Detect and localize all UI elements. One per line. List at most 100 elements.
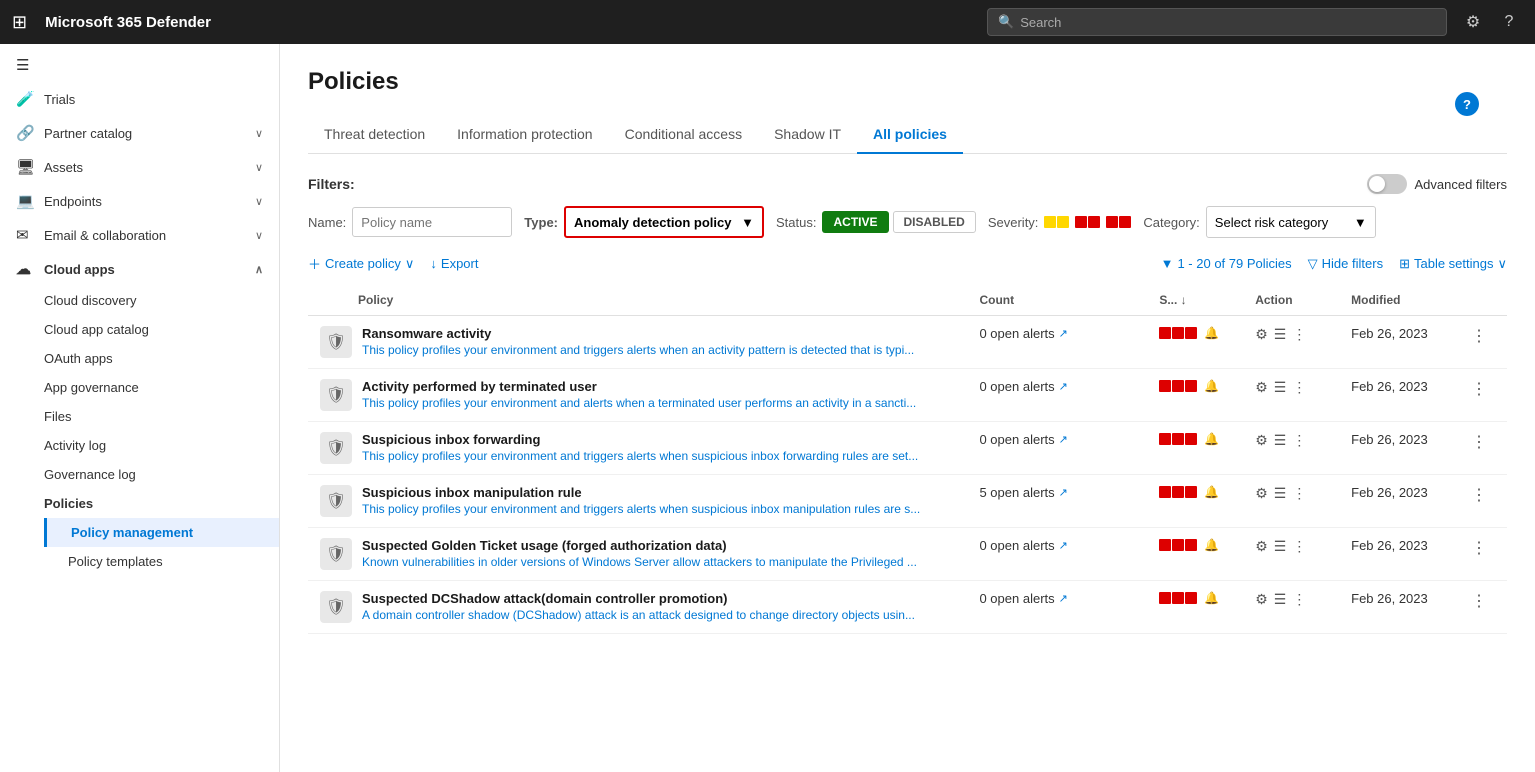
gear-icon-3[interactable]: ⚙ (1255, 485, 1268, 502)
sidebar-item-endpoints[interactable]: 💻 Endpoints ∨ (0, 184, 279, 218)
bell-icon-4[interactable]: 🔔 (1204, 538, 1219, 552)
sidebar-item-governance-log[interactable]: Governance log (44, 460, 279, 489)
severity-low[interactable] (1044, 216, 1069, 228)
sidebar-hamburger[interactable]: ☰ (0, 48, 279, 82)
sev-bar3-3 (1185, 486, 1197, 498)
bell-icon-1[interactable]: 🔔 (1204, 379, 1219, 393)
sev-bar2-4 (1172, 539, 1184, 551)
more-icon-1[interactable]: ⋮ (1292, 379, 1306, 396)
sidebar-item-files[interactable]: Files (44, 402, 279, 431)
open-alerts-3: 5 open alerts (979, 485, 1054, 500)
type-filter-select[interactable]: Anomaly detection policy ▼ (564, 206, 764, 238)
count-cell-2: 0 open alerts ↗ (967, 422, 1147, 475)
policy-name-1[interactable]: Activity performed by terminated user (362, 379, 955, 394)
sidebar-item-cloud-apps[interactable]: ☁ Cloud apps ∧ (0, 252, 279, 286)
tab-all-policies[interactable]: All policies (857, 116, 963, 154)
policy-name-2[interactable]: Suspicious inbox forwarding (362, 432, 955, 447)
search-box[interactable]: 🔍 (987, 8, 1447, 36)
table-settings-button[interactable]: ⊞ Table settings ∨ (1399, 256, 1507, 272)
row-more-icon-4[interactable]: ⋮ (1471, 538, 1487, 558)
policy-name-0[interactable]: Ransomware activity (362, 326, 955, 341)
status-active-button[interactable]: ACTIVE (822, 211, 888, 233)
external-link-icon-1[interactable]: ↗ (1059, 380, 1068, 393)
row-more-icon-1[interactable]: ⋮ (1471, 379, 1487, 399)
advanced-filters-toggle[interactable]: Advanced filters (1367, 174, 1508, 194)
sidebar-item-policy-management[interactable]: Policy management (44, 518, 279, 547)
sev-bar3-4 (1185, 539, 1197, 551)
tab-shadow-it[interactable]: Shadow IT (758, 116, 857, 154)
list-icon-3[interactable]: ☰ (1274, 485, 1287, 502)
sort-icon: ↓ (1181, 293, 1187, 307)
policy-name-5[interactable]: Suspected DCShadow attack(domain control… (362, 591, 955, 606)
sidebar-item-email-collab[interactable]: ✉ Email & collaboration ∨ (0, 218, 279, 252)
row-more-icon-0[interactable]: ⋮ (1471, 326, 1487, 346)
gear-icon-5[interactable]: ⚙ (1255, 591, 1268, 608)
policy-name-4[interactable]: Suspected Golden Ticket usage (forged au… (362, 538, 955, 553)
status-disabled-button[interactable]: DISABLED (893, 211, 976, 233)
external-link-icon-0[interactable]: ↗ (1059, 327, 1068, 340)
create-policy-button[interactable]: ＋ Create policy ∨ (308, 254, 414, 273)
search-input[interactable] (1020, 15, 1436, 30)
tab-conditional-access[interactable]: Conditional access (609, 116, 759, 154)
sidebar-item-app-governance[interactable]: App governance (44, 373, 279, 402)
sidebar-item-oauth-apps[interactable]: OAuth apps (44, 344, 279, 373)
sidebar-item-cloud-discovery[interactable]: Cloud discovery (44, 286, 279, 315)
more-icon-3[interactable]: ⋮ (1292, 485, 1306, 502)
help-icon[interactable]: ? (1495, 8, 1523, 36)
external-link-icon-5[interactable]: ↗ (1059, 592, 1068, 605)
th-severity[interactable]: S... ↓ (1147, 285, 1243, 316)
category-filter-select[interactable]: Select risk category ▼ (1206, 206, 1376, 238)
advanced-filters-switch[interactable] (1367, 174, 1407, 194)
external-link-icon-3[interactable]: ↗ (1059, 486, 1068, 499)
export-button[interactable]: ↓ Export (430, 256, 478, 271)
list-icon-1[interactable]: ☰ (1274, 379, 1287, 396)
sev-bar2-3 (1172, 486, 1184, 498)
row-more-icon-3[interactable]: ⋮ (1471, 485, 1487, 505)
external-link-icon-2[interactable]: ↗ (1059, 433, 1068, 446)
sidebar-item-assets[interactable]: 🖥 Assets ∨ (0, 150, 279, 184)
sidebar-item-policy-templates[interactable]: Policy templates (44, 547, 279, 576)
sev-bar1-0 (1159, 327, 1171, 339)
sidebar-item-trials[interactable]: 🧪 Trials (0, 82, 279, 116)
severity-high[interactable] (1106, 216, 1131, 228)
gear-icon-2[interactable]: ⚙ (1255, 432, 1268, 449)
list-icon-2[interactable]: ☰ (1274, 432, 1287, 449)
row-more-icon-5[interactable]: ⋮ (1471, 591, 1487, 611)
external-link-icon-4[interactable]: ↗ (1059, 539, 1068, 552)
bell-icon-2[interactable]: 🔔 (1204, 432, 1219, 446)
sidebar-item-policies-parent[interactable]: Policies (44, 489, 279, 518)
gear-icon-4[interactable]: ⚙ (1255, 538, 1268, 555)
more-icon-4[interactable]: ⋮ (1292, 538, 1306, 555)
list-icon-0[interactable]: ☰ (1274, 326, 1287, 343)
more-icon-5[interactable]: ⋮ (1292, 591, 1306, 608)
list-icon-5[interactable]: ☰ (1274, 591, 1287, 608)
severity-medium[interactable] (1075, 216, 1100, 228)
bell-icon-5[interactable]: 🔔 (1204, 591, 1219, 605)
gear-icon-1[interactable]: ⚙ (1255, 379, 1268, 396)
table-row: 🛡 Activity performed by terminated user … (308, 369, 1507, 422)
bell-icon-3[interactable]: 🔔 (1204, 485, 1219, 499)
row-more-icon-2[interactable]: ⋮ (1471, 432, 1487, 452)
more-icon-0[interactable]: ⋮ (1292, 326, 1306, 343)
table-body: 🛡 Ransomware activity This policy profil… (308, 316, 1507, 634)
modified-cell-1: Feb 26, 2023 (1339, 369, 1459, 422)
table-row: 🛡 Suspicious inbox forwarding This polic… (308, 422, 1507, 475)
bell-icon-0[interactable]: 🔔 (1204, 326, 1219, 340)
sidebar-item-partner-catalog[interactable]: 🔗 Partner catalog ∨ (0, 116, 279, 150)
sidebar-item-activity-log[interactable]: Activity log (44, 431, 279, 460)
gear-icon-0[interactable]: ⚙ (1255, 326, 1268, 343)
search-icon: 🔍 (998, 14, 1014, 30)
hide-filters-button[interactable]: ▽ Hide filters (1308, 256, 1383, 272)
tab-threat-detection[interactable]: Threat detection (308, 116, 441, 154)
modified-date-1: Feb 26, 2023 (1351, 379, 1428, 394)
name-filter-input[interactable] (352, 207, 512, 237)
settings-icon[interactable]: ⚙ (1459, 8, 1487, 36)
tab-information-protection[interactable]: Information protection (441, 116, 608, 154)
more-icon-2[interactable]: ⋮ (1292, 432, 1306, 449)
help-button[interactable]: ? (1455, 92, 1479, 116)
row-actions-cell-2: ⋮ (1459, 422, 1507, 475)
waffle-icon[interactable]: ⊞ (12, 12, 27, 33)
sidebar-item-cloud-app-catalog[interactable]: Cloud app catalog (44, 315, 279, 344)
policy-name-3[interactable]: Suspicious inbox manipulation rule (362, 485, 955, 500)
list-icon-4[interactable]: ☰ (1274, 538, 1287, 555)
